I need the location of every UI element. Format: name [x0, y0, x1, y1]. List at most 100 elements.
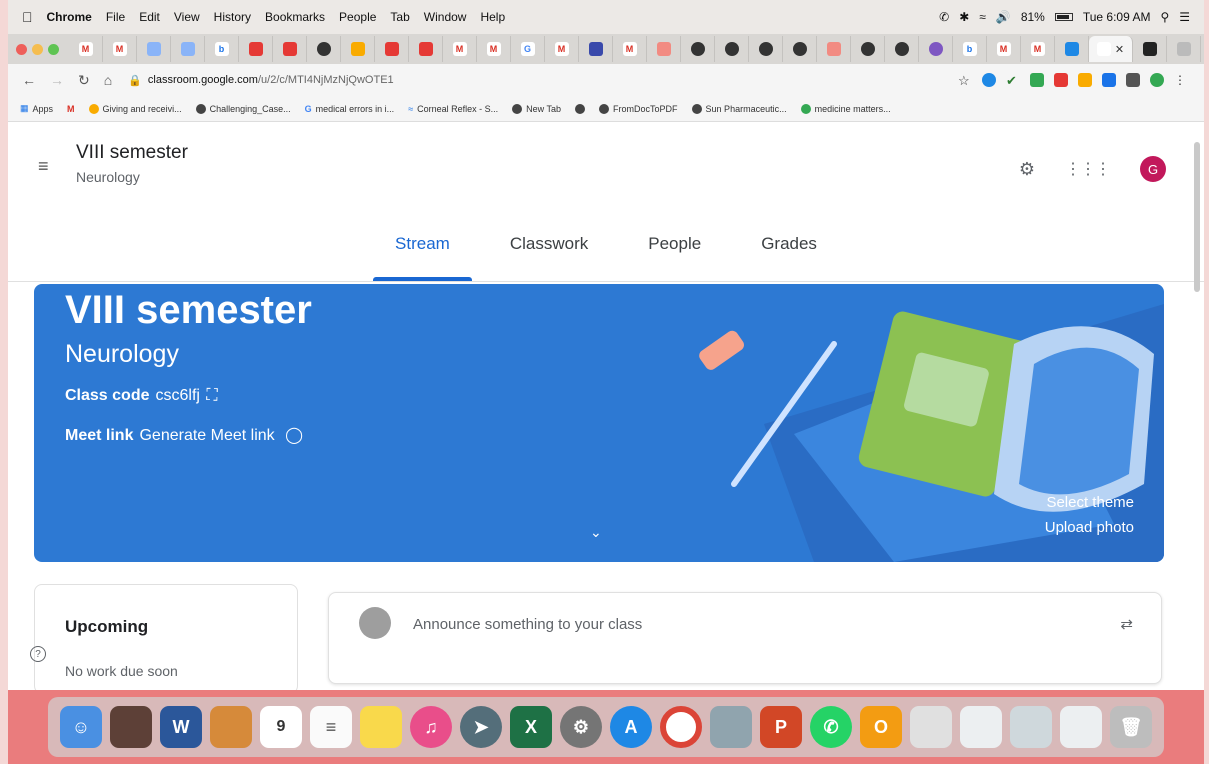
- page-scrollbar[interactable]: [1194, 142, 1200, 292]
- browser-tab[interactable]: [919, 36, 953, 62]
- document-thumbnail-icon[interactable]: [1060, 706, 1102, 748]
- check-extension-icon[interactable]: ✔: [1006, 73, 1020, 88]
- menu-app-name[interactable]: Chrome: [47, 10, 92, 24]
- menu-view[interactable]: View: [174, 10, 200, 24]
- phone-icon[interactable]: ✆: [939, 10, 949, 24]
- gear-icon[interactable]: ⚙: [1019, 159, 1035, 180]
- browser-tab[interactable]: [375, 36, 409, 62]
- menu-window[interactable]: Window: [424, 10, 467, 24]
- chrome-icon[interactable]: [660, 706, 702, 748]
- browser-tab[interactable]: M: [545, 36, 579, 62]
- whatsapp-icon[interactable]: ✆: [810, 706, 852, 748]
- bookmark-item[interactable]: [575, 103, 586, 114]
- star-icon[interactable]: ☆: [958, 73, 972, 88]
- bookmark-apps[interactable]: ▦ Apps: [20, 103, 53, 114]
- music-icon[interactable]: ♫: [410, 706, 452, 748]
- menu-file[interactable]: File: [106, 10, 125, 24]
- excel-icon[interactable]: X: [510, 706, 552, 748]
- browser-tab[interactable]: M: [69, 36, 103, 62]
- chevron-down-icon[interactable]: ⌄: [590, 524, 602, 541]
- extension-icon[interactable]: [1054, 73, 1068, 87]
- browser-tab[interactable]: M: [1021, 36, 1055, 62]
- browser-tab[interactable]: [307, 36, 341, 62]
- menu-history[interactable]: History: [214, 10, 251, 24]
- preview-icon[interactable]: [710, 706, 752, 748]
- system-preferences-icon[interactable]: ⚙: [560, 706, 602, 748]
- fullscreen-icon[interactable]: ⛶: [206, 387, 217, 404]
- close-tab-icon[interactable]: ✕: [1115, 43, 1124, 56]
- browser-tab[interactable]: [1055, 36, 1089, 62]
- clock[interactable]: Tue 6:09 AM: [1083, 10, 1151, 24]
- more-menu-icon[interactable]: ⋮: [1174, 73, 1188, 87]
- browser-tab[interactable]: [817, 36, 851, 62]
- photo-booth-icon[interactable]: [110, 706, 152, 748]
- bluetooth-icon[interactable]: ✱: [959, 10, 969, 24]
- bookmark-item[interactable]: Sun Pharmaceutic...: [691, 103, 787, 114]
- browser-tab[interactable]: M: [613, 36, 647, 62]
- browser-tab[interactable]: [579, 36, 613, 62]
- browser-tab[interactable]: [749, 36, 783, 62]
- browser-tab[interactable]: [171, 36, 205, 62]
- browser-tab[interactable]: [273, 36, 307, 62]
- main-menu-icon[interactable]: ≡: [38, 156, 49, 177]
- document-thumbnail-icon[interactable]: [910, 706, 952, 748]
- browser-tab[interactable]: [715, 36, 749, 62]
- bookmark-item[interactable]: medicine matters...: [800, 103, 891, 114]
- forward-icon[interactable]: →: [50, 72, 64, 89]
- browser-tab[interactable]: M: [103, 36, 137, 62]
- word-icon[interactable]: W: [160, 706, 202, 748]
- document-thumbnail-icon[interactable]: [960, 706, 1002, 748]
- browser-tab[interactable]: [851, 36, 885, 62]
- document-thumbnail-icon[interactable]: [1010, 706, 1052, 748]
- bookmark-item[interactable]: FromDocToPDF: [599, 103, 678, 114]
- puzzle-icon[interactable]: [1126, 73, 1140, 87]
- bookmark-item[interactable]: ≈ Corneal Reflex - S...: [408, 104, 498, 114]
- apple-icon[interactable]: : [22, 9, 33, 25]
- tab-stream[interactable]: Stream: [365, 226, 480, 281]
- browser-tab[interactable]: [1167, 36, 1201, 62]
- upload-photo-button[interactable]: Upload photo: [1045, 519, 1134, 536]
- back-icon[interactable]: ←: [22, 72, 36, 89]
- browser-tab[interactable]: [783, 36, 817, 62]
- browser-tab[interactable]: [681, 36, 715, 62]
- tab-classwork[interactable]: Classwork: [480, 226, 618, 281]
- active-browser-tab[interactable]: ✕: [1089, 36, 1133, 62]
- close-window-button[interactable]: [16, 43, 27, 55]
- minimize-window-button[interactable]: [32, 43, 43, 55]
- reuse-post-icon[interactable]: ⇄: [1120, 615, 1133, 633]
- profile-icon[interactable]: [1150, 73, 1164, 87]
- help-icon[interactable]: ?: [30, 646, 46, 662]
- tab-grades[interactable]: Grades: [731, 226, 847, 281]
- browser-tab[interactable]: [409, 36, 443, 62]
- browser-tab[interactable]: [885, 36, 919, 62]
- menu-bookmarks[interactable]: Bookmarks: [265, 10, 325, 24]
- announce-box[interactable]: Announce something to your class ⇄: [328, 592, 1162, 684]
- bookmark-item[interactable]: Giving and receivi...: [88, 103, 182, 114]
- generate-meet-link-button[interactable]: Generate Meet link: [139, 427, 274, 444]
- bookmark-item[interactable]: New Tab: [512, 103, 561, 114]
- select-theme-button[interactable]: Select theme: [1046, 494, 1134, 511]
- menu-help[interactable]: Help: [480, 10, 505, 24]
- browser-tab[interactable]: G: [511, 36, 545, 62]
- browser-tab[interactable]: M: [987, 36, 1021, 62]
- wifi-icon[interactable]: ≈: [979, 10, 986, 24]
- browser-tab[interactable]: [647, 36, 681, 62]
- announce-placeholder[interactable]: Announce something to your class: [413, 616, 642, 633]
- reminders-icon[interactable]: ≡: [310, 706, 352, 748]
- extension-icon[interactable]: [1078, 73, 1092, 87]
- extension-icon[interactable]: [982, 73, 996, 87]
- video-icon[interactable]: ◯: [285, 427, 303, 444]
- browser-tab[interactable]: M: [443, 36, 477, 62]
- contacts-icon[interactable]: [210, 706, 252, 748]
- trash-icon[interactable]: 🗑: [1110, 706, 1152, 748]
- class-code-value[interactable]: csc6lfj: [155, 387, 199, 404]
- battery-icon[interactable]: [1054, 13, 1073, 21]
- browser-tab[interactable]: M: [477, 36, 511, 62]
- menu-edit[interactable]: Edit: [139, 10, 160, 24]
- browser-tab[interactable]: [239, 36, 273, 62]
- spotlight-icon[interactable]: ⚲: [1160, 10, 1169, 24]
- volume-icon[interactable]: 🔊: [996, 10, 1011, 24]
- menu-people[interactable]: People: [339, 10, 376, 24]
- bookmark-item[interactable]: Challenging_Case...: [195, 103, 291, 114]
- zoom-window-button[interactable]: [48, 43, 59, 55]
